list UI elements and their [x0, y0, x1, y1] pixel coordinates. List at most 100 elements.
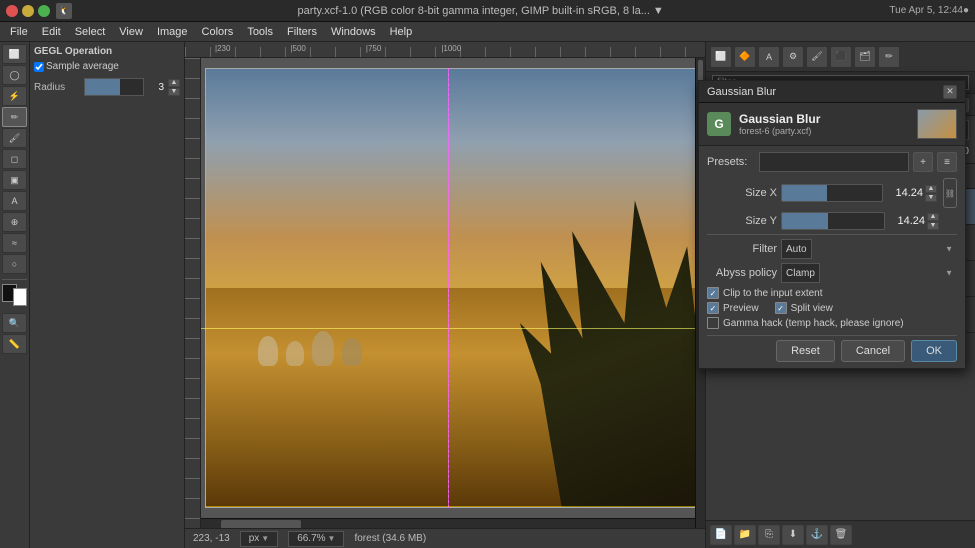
anchor-layer-btn[interactable]: ⚓ [806, 525, 828, 545]
tool-zoom[interactable]: 🔍 [2, 313, 27, 333]
sample-average-label: Sample average [46, 61, 119, 72]
menu-help[interactable]: Help [384, 25, 419, 39]
gb-clip-checkbox[interactable]: ✓ [707, 287, 719, 299]
menu-tools[interactable]: Tools [241, 25, 279, 39]
delete-layer-btn[interactable]: 🗑 [830, 525, 852, 545]
gb-size-y-label: Size Y [707, 215, 777, 227]
gb-chain-link[interactable]: ⛓ [943, 178, 957, 208]
ruler-labels: |230 |500 |750 |1000 [185, 44, 705, 53]
duplicate-layer-btn[interactable]: ⎘ [758, 525, 780, 545]
menu-file[interactable]: File [4, 25, 34, 39]
window-controls[interactable] [6, 5, 50, 17]
gb-gamma-label: Gamma hack (temp hack, please ignore) [723, 318, 904, 329]
panel-icon-5[interactable]: 🖌 [806, 46, 828, 68]
app-icon: 🐧 [56, 3, 72, 19]
menu-filters[interactable]: Filters [281, 25, 323, 39]
gb-size-y-value: 14.24 [887, 215, 925, 227]
gb-preview-split-row: ✓ Preview ✓ Split view [707, 302, 957, 317]
panel-icon-4[interactable]: ⚙ [782, 46, 804, 68]
gb-ok-btn[interactable]: OK [911, 340, 957, 362]
statusbar: 223, -13 px ▼ 66.7% ▼ forest (34.6 MB) [185, 528, 705, 548]
zoom-value: 66.7% [297, 533, 325, 544]
panel-icon-7[interactable]: 🗂 [854, 46, 876, 68]
menu-select[interactable]: Select [69, 25, 112, 39]
tool-measure[interactable]: 📏 [2, 334, 27, 354]
gb-size-x-slider[interactable] [781, 184, 883, 202]
tool-pencil[interactable]: ✏ [2, 107, 27, 127]
gb-abyss-select[interactable]: Clamp None Loop [781, 263, 820, 283]
layer-info: forest (34.6 MB) [354, 533, 426, 544]
menu-edit[interactable]: Edit [36, 25, 67, 39]
new-layer-btn[interactable]: 📄 [710, 525, 732, 545]
tool-text[interactable]: A [2, 191, 27, 211]
gb-preview-row: ✓ Preview [707, 302, 759, 314]
gb-presets-input[interactable] [759, 152, 909, 172]
gb-filter-row: Filter Auto IIR RLE [707, 239, 957, 259]
gb-reset-btn[interactable]: Reset [776, 340, 835, 362]
gb-size-x-down[interactable]: ▼ [925, 194, 937, 202]
merge-down-btn[interactable]: ⬇ [782, 525, 804, 545]
gb-plugin-sub: forest-6 (party.xcf) [739, 126, 820, 136]
radius-up-btn[interactable]: ▲ [168, 79, 180, 87]
gb-gamma-checkbox[interactable] [707, 317, 719, 329]
gb-abyss-row: Abyss policy Clamp None Loop [707, 263, 957, 283]
panel-icon-2[interactable]: 🔶 [734, 46, 756, 68]
menu-colors[interactable]: Colors [196, 25, 240, 39]
left-toolbar: ⬜ ◯ ⚡ ✏ 🖌 ◻ ▣ A ⊕ ≈ ○ [0, 42, 30, 548]
gb-size-y-down[interactable]: ▼ [927, 222, 939, 230]
tool-rect-select[interactable]: ⬜ [2, 44, 27, 64]
zoom-select[interactable]: 66.7% ▼ [288, 531, 344, 547]
panel-icon-8[interactable]: ✏ [878, 46, 900, 68]
gb-presets-add-btn[interactable]: + [913, 152, 933, 172]
gb-clip-label: Clip to the input extent [723, 288, 823, 299]
panel-icon-1[interactable]: ⬜ [710, 46, 732, 68]
unit-select[interactable]: px ▼ [240, 531, 278, 547]
layers-bottom-toolbar: 📄 📁 ⎘ ⬇ ⚓ 🗑 [706, 520, 975, 548]
close-window-btn[interactable] [6, 5, 18, 17]
gb-size-y-slider[interactable] [781, 212, 885, 230]
gb-size-x-spinbtns: ▲ ▼ [925, 185, 937, 202]
minimize-window-btn[interactable] [22, 5, 34, 17]
sample-average-checkbox[interactable] [34, 62, 44, 72]
menu-windows[interactable]: Windows [325, 25, 382, 39]
gb-size-x-up[interactable]: ▲ [925, 185, 937, 193]
menu-view[interactable]: View [113, 25, 149, 39]
tool-free-select[interactable]: ⚡ [2, 86, 27, 106]
tool-clone[interactable]: ⊕ [2, 212, 27, 232]
gb-split-checkbox[interactable]: ✓ [775, 302, 787, 314]
gb-size-y-up[interactable]: ▲ [927, 213, 939, 221]
gb-filter-select[interactable]: Auto IIR RLE [781, 239, 812, 259]
canvas-viewport[interactable] [185, 58, 705, 528]
gb-abyss-label: Abyss policy [707, 267, 777, 279]
tool-paint[interactable]: 🖌 [2, 128, 27, 148]
gb-body: Presets: + ≡ Size X 14.24 ▲ ▼ ⛓ Size Y [699, 146, 965, 368]
menu-image[interactable]: Image [151, 25, 194, 39]
menubar: File Edit Select View Image Colors Tools… [0, 22, 975, 42]
titlebar: 🐧 party.xcf-1.0 (RGB color 8-bit gamma i… [0, 0, 975, 22]
gb-plugin-icon: G [707, 112, 731, 136]
canvas-hscrollbar[interactable] [201, 518, 695, 528]
gb-split-label: Split view [791, 303, 833, 314]
tool-fill[interactable]: ▣ [2, 170, 27, 190]
gb-close-btn[interactable]: ✕ [943, 85, 957, 99]
panel-icon-row: ⬜ 🔶 A ⚙ 🖌 ⬛ 🗂 ✏ [706, 42, 975, 72]
gb-preview-checkbox[interactable]: ✓ [707, 302, 719, 314]
tool-smudge[interactable]: ≈ [2, 233, 27, 253]
tool-ellipse-select[interactable]: ◯ [2, 65, 27, 85]
window-title: party.xcf-1.0 (RGB color 8-bit gamma int… [78, 5, 883, 17]
new-group-btn[interactable]: 📁 [734, 525, 756, 545]
gaussian-blur-dialog: Gaussian Blur ✕ G Gaussian Blur forest-6… [698, 80, 966, 369]
panel-icon-6[interactable]: ⬛ [830, 46, 852, 68]
gb-size-x-value: 14.24 [885, 187, 923, 199]
background-color[interactable] [13, 288, 28, 306]
panel-icon-3[interactable]: A [758, 46, 780, 68]
cursor-coords: 223, -13 [193, 533, 230, 544]
tool-dodge[interactable]: ○ [2, 254, 27, 274]
radius-down-btn[interactable]: ▼ [168, 88, 180, 96]
tool-eraser[interactable]: ◻ [2, 149, 27, 169]
gb-presets-menu-btn[interactable]: ≡ [937, 152, 957, 172]
time-display: Tue Apr 5, 12:44● [889, 5, 969, 16]
gb-cancel-btn[interactable]: Cancel [841, 340, 905, 362]
maximize-window-btn[interactable] [38, 5, 50, 17]
gb-dialog-title: Gaussian Blur [707, 86, 776, 98]
